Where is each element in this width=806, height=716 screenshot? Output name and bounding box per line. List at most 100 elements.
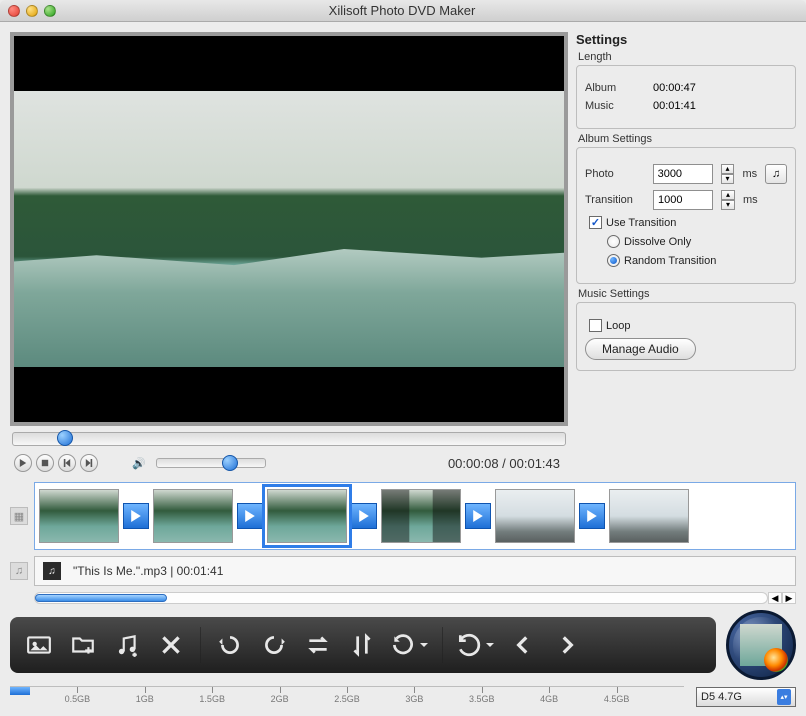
length-label: Length bbox=[578, 51, 796, 63]
timeline-thumb-selected[interactable] bbox=[267, 489, 347, 543]
photo-unit: ms bbox=[742, 168, 757, 180]
move-left-button[interactable] bbox=[506, 628, 540, 662]
timeline-thumb[interactable] bbox=[381, 489, 461, 543]
rotate-cw-button[interactable] bbox=[257, 628, 291, 662]
timeline-thumb[interactable] bbox=[39, 489, 119, 543]
next-button[interactable] bbox=[80, 454, 98, 472]
audio-strip[interactable]: ♫ "This Is Me.".mp3 | 00:01:41 bbox=[34, 556, 796, 586]
undo-button[interactable] bbox=[455, 628, 483, 662]
loop-checkbox[interactable] bbox=[589, 319, 602, 332]
photo-spinner[interactable]: ▴▾ bbox=[721, 164, 735, 184]
burn-disc-button[interactable] bbox=[726, 610, 796, 680]
timeline-scroll-thumb[interactable] bbox=[35, 594, 167, 602]
audio-row-icon: ♫ bbox=[10, 562, 28, 580]
title-bar: Xilisoft Photo DVD Maker bbox=[0, 0, 806, 22]
loop-label: Loop bbox=[606, 320, 630, 332]
photo-duration-input[interactable] bbox=[653, 164, 713, 184]
spinner-down-icon[interactable]: ▾ bbox=[721, 200, 735, 210]
transition-spinner[interactable]: ▴▾ bbox=[721, 190, 735, 210]
dissolve-label: Dissolve Only bbox=[624, 236, 691, 248]
audio-track-name: "This Is Me.".mp3 | 00:01:41 bbox=[73, 564, 223, 578]
main-toolbar bbox=[10, 617, 716, 673]
use-transition-label: Use Transition bbox=[606, 217, 676, 229]
ruler-label: 0.5GB bbox=[65, 694, 91, 704]
transition-unit: ms bbox=[743, 194, 758, 206]
use-transition-checkbox[interactable] bbox=[589, 216, 602, 229]
letterbox-top bbox=[14, 36, 564, 91]
ruler-label: 4GB bbox=[540, 694, 558, 704]
move-right-button[interactable] bbox=[550, 628, 584, 662]
add-folder-button[interactable] bbox=[66, 628, 100, 662]
ruler-tick bbox=[212, 687, 213, 693]
transition-clip[interactable] bbox=[123, 503, 149, 529]
transition-duration-input[interactable] bbox=[653, 190, 713, 210]
settings-title: Settings bbox=[576, 32, 796, 47]
scroll-right-button[interactable]: ▶ bbox=[782, 592, 796, 604]
close-icon[interactable] bbox=[8, 5, 20, 17]
scrub-thumb[interactable] bbox=[57, 430, 73, 446]
timeline-thumb[interactable] bbox=[153, 489, 233, 543]
timeline-scrollbar[interactable] bbox=[34, 592, 768, 604]
settings-panel: Settings Length Album 00:00:47 Music 00:… bbox=[576, 32, 796, 482]
rotate-ccw-button[interactable] bbox=[213, 628, 247, 662]
refresh-dropdown[interactable] bbox=[389, 628, 430, 662]
burn-disc-icon bbox=[740, 624, 782, 666]
chevron-down-icon[interactable] bbox=[418, 628, 430, 662]
minimize-icon[interactable] bbox=[26, 5, 38, 17]
play-button[interactable] bbox=[14, 454, 32, 472]
zoom-icon[interactable] bbox=[44, 5, 56, 17]
refresh-button[interactable] bbox=[389, 628, 417, 662]
disc-type-select[interactable]: D5 4.7G ▴▾ bbox=[696, 687, 796, 707]
transition-clip[interactable] bbox=[465, 503, 491, 529]
select-arrows-icon: ▴▾ bbox=[777, 689, 791, 705]
scroll-left-button[interactable]: ◀ bbox=[768, 592, 782, 604]
music-length-label: Music bbox=[585, 100, 645, 112]
transition-clip[interactable] bbox=[237, 503, 263, 529]
photo-duration-label: Photo bbox=[585, 168, 645, 180]
add-photo-button[interactable] bbox=[22, 628, 56, 662]
spinner-up-icon[interactable]: ▴ bbox=[721, 190, 735, 200]
random-transition-label: Random Transition bbox=[624, 255, 716, 267]
album-settings-group: Photo ▴▾ ms ♫ Transition ▴▾ ms Use Trans… bbox=[576, 147, 796, 284]
prev-button[interactable] bbox=[58, 454, 76, 472]
ruler-tick bbox=[280, 687, 281, 693]
chevron-down-icon[interactable] bbox=[484, 628, 496, 662]
capacity-fill bbox=[10, 687, 30, 695]
letterbox-bottom bbox=[14, 367, 564, 422]
ruler-label: 2.5GB bbox=[334, 694, 360, 704]
manage-audio-button[interactable]: Manage Audio bbox=[585, 338, 696, 360]
window-controls bbox=[8, 5, 56, 17]
spinner-down-icon[interactable]: ▾ bbox=[721, 174, 735, 184]
music-settings-group: Loop Manage Audio bbox=[576, 302, 796, 371]
sync-music-button[interactable]: ♫ bbox=[765, 164, 787, 184]
undo-dropdown[interactable] bbox=[455, 628, 496, 662]
random-transition-radio[interactable] bbox=[607, 254, 620, 267]
ruler-label: 4.5GB bbox=[604, 694, 630, 704]
dissolve-radio[interactable] bbox=[607, 235, 620, 248]
music-length-value: 00:01:41 bbox=[653, 100, 721, 112]
ruler-tick bbox=[482, 687, 483, 693]
ruler-tick bbox=[549, 687, 550, 693]
music-icon: ♫ bbox=[772, 168, 780, 180]
transition-clip[interactable] bbox=[579, 503, 605, 529]
scrub-bar[interactable] bbox=[12, 432, 566, 446]
preview-area bbox=[14, 36, 564, 422]
ruler-tick bbox=[145, 687, 146, 693]
timeline-thumb[interactable] bbox=[609, 489, 689, 543]
swap-button[interactable] bbox=[301, 628, 335, 662]
add-music-button[interactable] bbox=[110, 628, 144, 662]
volume-slider[interactable] bbox=[156, 458, 266, 468]
photo-strip[interactable] bbox=[34, 482, 796, 550]
timeline-thumb[interactable] bbox=[495, 489, 575, 543]
remove-button[interactable] bbox=[154, 628, 188, 662]
transition-clip[interactable] bbox=[351, 503, 377, 529]
photo-row-icon: ▦ bbox=[10, 507, 28, 525]
length-group: Album 00:00:47 Music 00:01:41 bbox=[576, 65, 796, 129]
sort-button[interactable] bbox=[345, 628, 379, 662]
ruler-label: 3GB bbox=[405, 694, 423, 704]
stop-button[interactable] bbox=[36, 454, 54, 472]
disc-capacity-ruler: 0.5GB1GB1.5GB2GB2.5GB3GB3.5GB4GB4.5GB bbox=[10, 686, 684, 708]
ruler-label: 1.5GB bbox=[199, 694, 225, 704]
volume-thumb[interactable] bbox=[222, 455, 238, 471]
spinner-up-icon[interactable]: ▴ bbox=[721, 164, 735, 174]
